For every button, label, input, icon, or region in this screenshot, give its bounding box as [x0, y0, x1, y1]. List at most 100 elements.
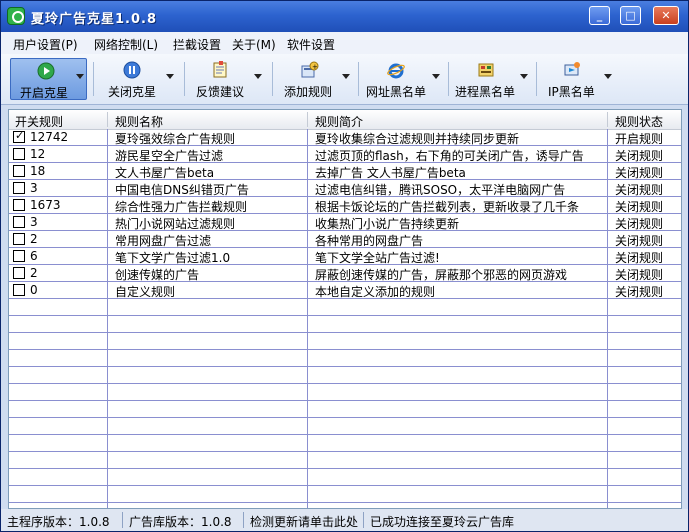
- rule-description: 各种常用的网盘广告: [315, 234, 424, 248]
- rule-checkbox[interactable]: [13, 199, 25, 211]
- ip-blacklist-dropdown[interactable]: [601, 58, 615, 100]
- column-divider[interactable]: [107, 112, 108, 127]
- title-bar: 夏玲广告克星1.0.8 _ □ ✕: [1, 1, 688, 32]
- table-row[interactable]: 1673 综合性强力广告拦截规则 根据卡饭论坛的广告拦截列表，更新收录了几千条 关闭规…: [9, 197, 681, 214]
- empty-row: [9, 333, 681, 350]
- ip-blacklist-label: IP黑名单: [548, 85, 595, 99]
- table-row[interactable]: 3 中国电信DNS纠错页广告 过滤电信纠错，腾讯SOSO，太平洋电脑网广告 关闭规则: [9, 180, 681, 197]
- table-row[interactable]: 12 游民星空全广告过滤 过滤页顶的flash，右下角的可关闭广告，诱导广告 关闭规则: [9, 146, 681, 163]
- rule-count: 12742: [30, 130, 69, 144]
- maximize-button[interactable]: □: [620, 6, 641, 25]
- rule-description: 夏玲收集综合过滤规则并持续同步更新: [315, 132, 520, 146]
- toolbar-separator: [448, 62, 449, 96]
- rule-checkbox[interactable]: [13, 267, 25, 279]
- rule-checkbox[interactable]: [13, 250, 25, 262]
- column-header-switch[interactable]: 开关规则: [15, 113, 63, 130]
- rule-name: 中国电信DNS纠错页广告: [115, 183, 249, 197]
- program-version: 主程序版本：1.0.8: [7, 515, 110, 529]
- column-header-desc[interactable]: 规则简介: [315, 113, 363, 130]
- process-blacklist-button[interactable]: 进程黑名单: [453, 58, 519, 100]
- rule-name: 综合性强力广告拦截规则: [115, 200, 248, 214]
- table-row[interactable]: 12742 夏玲强效综合广告规则 夏玲收集综合过滤规则并持续同步更新 开启规则: [9, 129, 681, 146]
- check-update-link[interactable]: 检测更新请单击此处: [250, 513, 358, 530]
- rule-description: 根据卡饭论坛的广告拦截列表，更新收录了几千条: [315, 200, 580, 214]
- empty-row: [9, 350, 681, 367]
- menu-user-settings[interactable]: 用户设置(P): [13, 36, 78, 53]
- process-icon: [478, 63, 494, 77]
- column-divider[interactable]: [607, 112, 608, 127]
- rules-list[interactable]: 开关规则 规则名称 规则简介 规则状态 12742 夏玲强效综合广告规则 夏玲收集综…: [8, 109, 682, 509]
- status-divider: [122, 512, 123, 528]
- add-rule-icon: +: [301, 61, 319, 78]
- feedback-dropdown[interactable]: [251, 58, 265, 100]
- minimize-button[interactable]: _: [589, 6, 610, 25]
- add-rule-button-label: 添加规则: [284, 85, 333, 99]
- empty-row: [9, 418, 681, 435]
- menu-about[interactable]: 关于(M): [232, 36, 276, 53]
- rule-count: 2: [30, 232, 38, 246]
- rule-count: 2: [30, 266, 38, 280]
- rule-checkbox[interactable]: [13, 165, 25, 177]
- rule-checkbox[interactable]: [13, 148, 25, 160]
- start-dropdown[interactable]: [73, 58, 87, 100]
- start-button-label: 开启克星: [20, 86, 69, 100]
- rule-description: 去掉广告 文人书屋广告beta: [315, 166, 466, 180]
- toolbar-separator: [93, 62, 94, 96]
- rule-description: 屏蔽创速传媒的广告，屏蔽那个邪恶的网页游戏: [315, 268, 568, 282]
- process-blacklist-label: 进程黑名单: [455, 85, 516, 99]
- rule-count: 18: [30, 164, 46, 178]
- close-button[interactable]: ✕: [653, 6, 679, 25]
- menu-software-settings[interactable]: 软件设置: [287, 36, 335, 53]
- stop-dropdown[interactable]: [163, 58, 177, 100]
- rule-count: 3: [30, 215, 38, 229]
- column-header-name[interactable]: 规则名称: [115, 113, 163, 130]
- rule-status: 关闭规则: [615, 149, 664, 163]
- table-row[interactable]: 2 创速传媒的广告 屏蔽创速传媒的广告，屏蔽那个邪恶的网页游戏 关闭规则: [9, 265, 681, 282]
- rule-checkbox[interactable]: [13, 216, 25, 228]
- menu-bar: 用户设置(P) 网络控制(L) 拦截设置 关于(M) 软件设置: [1, 32, 688, 54]
- empty-row: [9, 435, 681, 452]
- status-divider: [243, 512, 244, 528]
- feedback-button[interactable]: 反馈建议: [191, 58, 251, 100]
- rule-status: 关闭规则: [615, 251, 664, 265]
- rule-checkbox[interactable]: [13, 182, 25, 194]
- svg-text:+: +: [312, 63, 318, 71]
- rule-status: 关闭规则: [615, 217, 664, 231]
- column-header-status[interactable]: 规则状态: [615, 113, 663, 130]
- rule-name: 自定义规则: [115, 285, 176, 299]
- rule-name: 文人书屋广告beta: [115, 166, 215, 180]
- column-divider[interactable]: [307, 112, 308, 127]
- table-row[interactable]: 18 文人书屋广告beta 去掉广告 文人书屋广告beta 关闭规则: [9, 163, 681, 180]
- list-header: 开关规则 规则名称 规则简介 规则状态: [9, 110, 681, 130]
- empty-row: [9, 367, 681, 384]
- add-rule-button[interactable]: + 添加规则: [279, 58, 339, 100]
- chevron-down-icon: [520, 74, 528, 79]
- process-blacklist-dropdown[interactable]: [517, 58, 531, 100]
- rule-checkbox[interactable]: [13, 284, 25, 296]
- ip-blacklist-button[interactable]: IP黑名单: [541, 58, 601, 100]
- rule-count: 3: [30, 181, 38, 195]
- table-row[interactable]: 6 笔下文学广告过滤1.0 笔下文学全站广告过滤! 关闭规则: [9, 248, 681, 265]
- add-rule-dropdown[interactable]: [339, 58, 353, 100]
- note-icon: [213, 61, 227, 78]
- rule-description: 本地自定义添加的规则: [315, 285, 436, 299]
- url-blacklist-dropdown[interactable]: [429, 58, 443, 100]
- rule-checkbox[interactable]: [13, 129, 25, 143]
- table-row[interactable]: 0 自定义规则 本地自定义添加的规则 关闭规则: [9, 282, 681, 299]
- menu-network-control[interactable]: 网络控制(L): [94, 36, 158, 53]
- rule-status: 关闭规则: [615, 268, 664, 282]
- empty-row: [9, 316, 681, 333]
- rule-status: 关闭规则: [615, 200, 664, 214]
- empty-row: [9, 401, 681, 418]
- chevron-down-icon: [166, 74, 174, 79]
- rule-name: 游民星空全广告过滤: [115, 149, 224, 163]
- stop-button[interactable]: 关闭克星: [101, 58, 163, 100]
- rule-name: 创速传媒的广告: [115, 268, 200, 282]
- rule-checkbox[interactable]: [13, 233, 25, 245]
- menu-block-settings[interactable]: 拦截设置: [173, 36, 221, 53]
- table-row[interactable]: 2 常用网盘广告过滤 各种常用的网盘广告 关闭规则: [9, 231, 681, 248]
- table-row[interactable]: 3 热门小说网站过滤规则 收集热门小说广告持续更新 关闭规则: [9, 214, 681, 231]
- url-blacklist-button[interactable]: 网址黑名单: [363, 58, 429, 100]
- empty-row: [9, 469, 681, 486]
- rule-status: 关闭规则: [615, 183, 664, 197]
